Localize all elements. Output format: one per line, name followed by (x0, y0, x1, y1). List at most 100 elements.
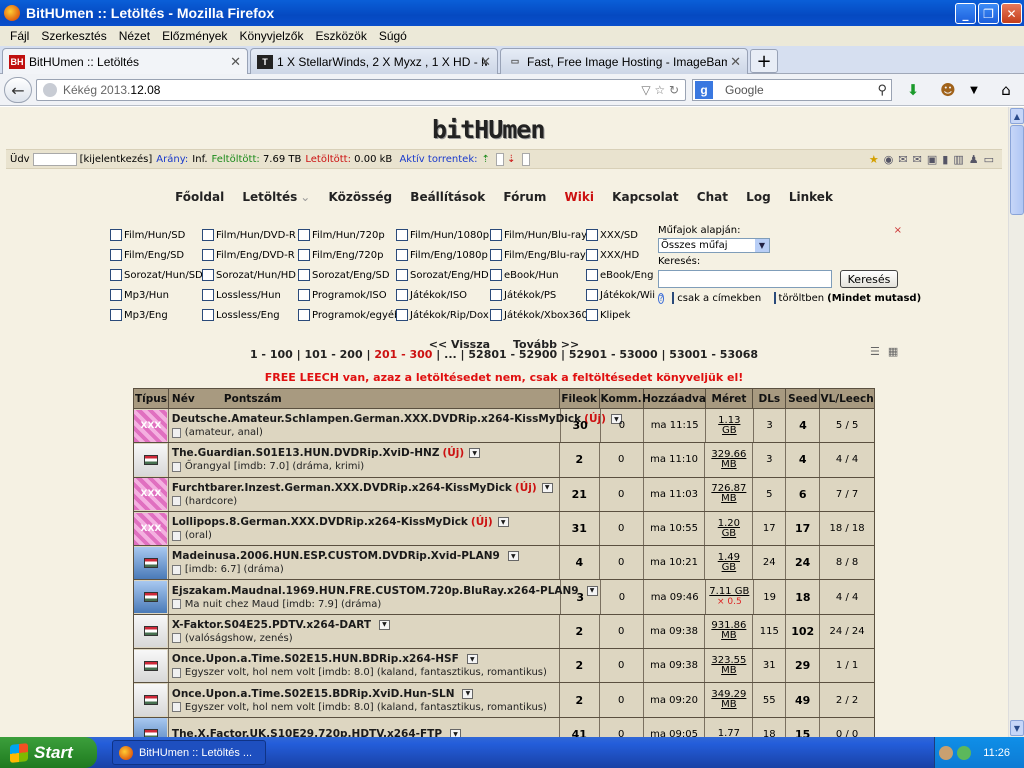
category-checkbox[interactable]: Film/Eng/DVD-R (202, 249, 295, 261)
table-row[interactable]: X-Faktor.S04E25.PDTV.x264-DART ▼ (valóságs… (133, 614, 875, 650)
mail-icon[interactable]: ✉ (913, 153, 922, 166)
checkbox[interactable] (110, 309, 122, 321)
checkbox[interactable] (586, 289, 598, 301)
category-checkbox[interactable]: Lossless/Eng (202, 309, 280, 321)
info-icon[interactable] (171, 427, 181, 438)
checkbox[interactable] (110, 269, 122, 281)
close-icon[interactable]: × (894, 225, 902, 236)
nav-letoltes[interactable]: Letöltés (242, 190, 297, 204)
col-vl-leech[interactable]: VL/Leech (820, 389, 874, 408)
nav-log[interactable]: Log (746, 190, 770, 204)
eye-icon[interactable]: ◉ (884, 153, 894, 166)
seed-count[interactable]: 15 (786, 717, 821, 737)
help-icon[interactable]: ? (658, 292, 665, 304)
info-icon[interactable] (171, 633, 181, 644)
page-link[interactable]: 52801 - 52900 (468, 348, 557, 361)
xxx-category-icon[interactable]: XXX (134, 478, 168, 511)
category-checkbox[interactable]: Film/Eng/1080p (396, 249, 488, 261)
table-row[interactable]: Madeinusa.2006.HUN.ESP.CUSTOM.DVDRip.Xvi… (133, 546, 875, 581)
menu-view[interactable]: Nézet (113, 29, 156, 43)
chevron-down-icon[interactable]: ▼ (378, 619, 390, 630)
chevron-down-icon[interactable]: ▼ (964, 80, 984, 100)
tv-category-icon[interactable] (134, 649, 168, 682)
category-checkbox[interactable]: Lossless/Hun (202, 289, 281, 301)
minimize-button[interactable]: _ (955, 3, 976, 24)
checkbox[interactable] (298, 309, 310, 321)
list-view-icon[interactable]: ☰ (870, 345, 880, 358)
vertical-scrollbar[interactable]: ▲ ▼ (1008, 107, 1024, 737)
new-tab-button[interactable]: + (750, 49, 778, 73)
restore-button[interactable]: ❐ (978, 3, 999, 24)
menu-bookmarks[interactable]: Könyvjelzők (233, 29, 309, 43)
nav-linkek[interactable]: Linkek (789, 190, 833, 204)
vl-leech[interactable]: 4 / 4 (820, 580, 874, 613)
chevron-down-icon[interactable]: ⌄ (300, 190, 310, 204)
seed-count[interactable]: 102 (786, 614, 821, 649)
category-checkbox[interactable]: XXX/SD (586, 229, 638, 241)
category-checkbox[interactable]: Sorozat/Eng/SD (298, 269, 390, 281)
scroll-up-icon[interactable]: ▲ (1010, 108, 1024, 124)
search-input[interactable] (658, 270, 832, 288)
monitor-icon[interactable]: ▭ (984, 153, 994, 166)
checkbox[interactable] (586, 269, 598, 281)
close-window-button[interactable]: ✕ (1001, 3, 1022, 24)
close-tab-icon[interactable]: ✕ (480, 54, 491, 70)
nav-kozosseg[interactable]: Közösség (329, 190, 393, 204)
info-icon[interactable] (171, 530, 181, 541)
vl-leech[interactable]: 7 / 7 (820, 478, 874, 511)
chevron-down-icon[interactable]: ▼ (462, 688, 474, 699)
page-link-current[interactable]: 201 - 300 (374, 348, 432, 361)
tv-category-icon[interactable] (134, 443, 168, 476)
category-checkbox[interactable]: Klipek (586, 309, 630, 321)
tab-stellarwinds[interactable]: T 1 X StellarWinds, 2 X Myxz , 1 X HD - … (250, 48, 498, 74)
table-row[interactable]: XXX Furchtbarer.Inzest.German.XXX.DVDRip.… (133, 477, 875, 512)
seed-count[interactable]: 4 (786, 409, 821, 443)
category-checkbox[interactable]: Programok/ISO (298, 289, 387, 301)
category-checkbox[interactable]: Film/Hun/SD (110, 229, 185, 241)
search-icon[interactable]: ⚲ (877, 82, 887, 98)
torrent-name-link[interactable]: The.X.Factor.UK.S10E29.720p.HDTV.x264-FT… (172, 728, 442, 737)
star-icon[interactable]: ★ (869, 153, 879, 166)
checkbox[interactable] (202, 229, 214, 241)
category-checkbox[interactable]: XXX/HD (586, 249, 639, 261)
files-count[interactable]: 41 (560, 717, 600, 737)
category-checkbox[interactable]: Mp3/Eng (110, 309, 168, 321)
greasemonkey-icon[interactable]: ☻ (938, 80, 958, 100)
checkbox[interactable] (490, 289, 502, 301)
download-icon[interactable]: ⬇ (903, 80, 923, 100)
bag-icon[interactable]: ▣ (927, 153, 937, 166)
files-count[interactable]: 30 (561, 409, 601, 443)
search-bar[interactable]: g Google ⚲ (692, 79, 892, 101)
film-category-icon[interactable] (134, 581, 168, 614)
film-category-icon[interactable] (134, 718, 168, 737)
menu-help[interactable]: Súgó (373, 29, 413, 43)
table-row[interactable]: Ejszakam.Maudnal.1969.HUN.FRE.CUSTOM.720… (133, 580, 875, 615)
checkbox[interactable] (110, 289, 122, 301)
show-all-link[interactable]: (Mindet mutasd) (827, 293, 921, 304)
xxx-category-icon[interactable]: XXX (134, 512, 168, 545)
vl-leech[interactable]: 8 / 8 (820, 546, 874, 579)
utorrent-icon[interactable] (957, 745, 971, 760)
torrent-name-link[interactable]: Furchtbarer.Inzest.German.XXX.DVDRip.x26… (172, 482, 512, 494)
genre-select[interactable]: Összes műfaj ▼ (658, 238, 770, 253)
chevron-down-icon[interactable]: ▼ (466, 654, 478, 665)
info-icon[interactable] (171, 667, 181, 678)
torrent-name-link[interactable]: Lollipops.8.German.XXX.DVDRip.x264-KissM… (172, 516, 468, 528)
chevron-down-icon[interactable]: ▼ (450, 729, 462, 737)
category-checkbox[interactable]: Mp3/Hun (110, 289, 169, 301)
category-checkbox[interactable]: Film/Hun/1080p (396, 229, 489, 241)
vl-leech[interactable]: 4 / 4 (820, 443, 874, 476)
menu-tools[interactable]: Eszközök (309, 29, 372, 43)
nav-forum[interactable]: Fórum (503, 190, 546, 204)
menu-history[interactable]: Előzmények (156, 29, 233, 43)
chevron-down-icon[interactable]: ▼ (755, 239, 769, 252)
category-checkbox[interactable]: Film/Hun/DVD-R (202, 229, 296, 241)
category-checkbox[interactable]: Játékok/PS (490, 289, 556, 301)
category-checkbox[interactable]: eBook/Eng (586, 269, 653, 281)
close-tab-icon[interactable]: ✕ (230, 54, 241, 70)
checkbox[interactable] (490, 229, 502, 241)
seed-count[interactable]: 18 (786, 580, 821, 614)
tab-bithumen[interactable]: BH BitHUmen :: Letöltés ✕ (2, 48, 248, 75)
vl-leech[interactable]: 5 / 5 (820, 409, 874, 442)
category-checkbox[interactable]: Film/Eng/SD (110, 249, 184, 261)
